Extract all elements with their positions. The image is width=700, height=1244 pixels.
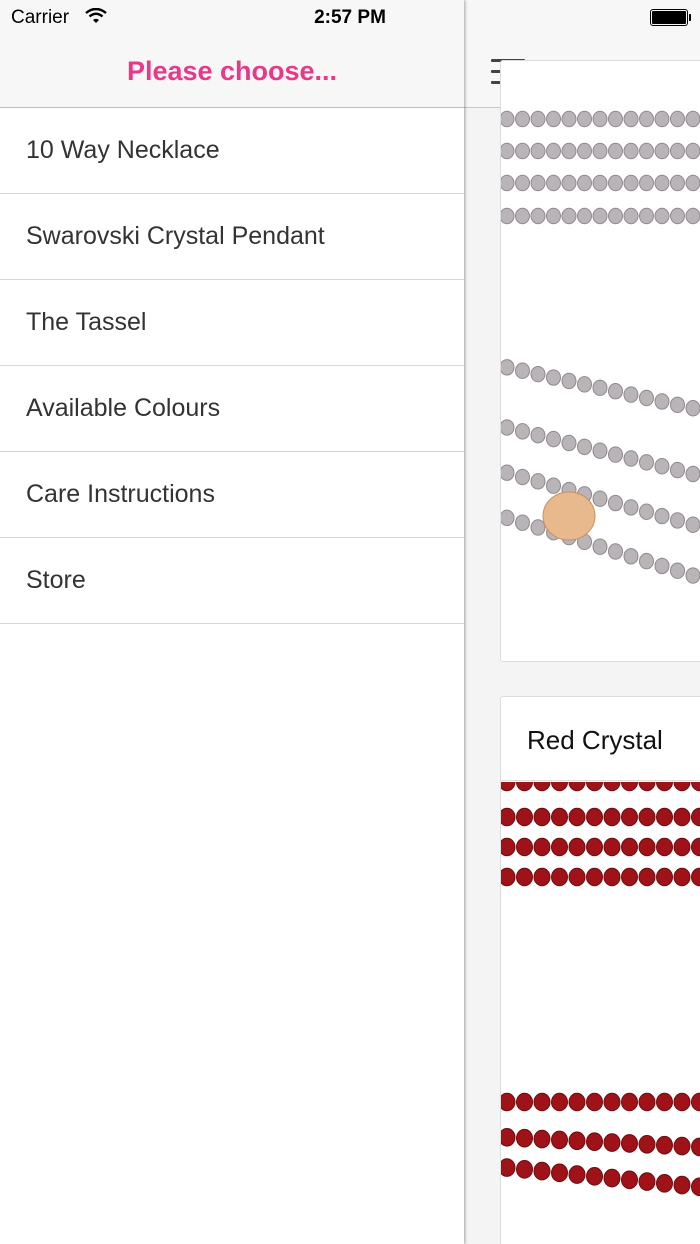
product-card-grey[interactable]: [500, 60, 700, 662]
menu-item-the-tassel[interactable]: The Tassel: [0, 280, 464, 366]
side-menu-drawer: Please choose... Carrier 10 Way Necklace…: [0, 0, 464, 1244]
menu-item-available-colours[interactable]: Available Colours: [0, 366, 464, 452]
menu-item-swarovski-crystal-pendant[interactable]: Swarovski Crystal Pendant: [0, 194, 464, 280]
grey-crystal-image: [501, 110, 700, 584]
drawer-menu: 10 Way Necklace Swarovski Crystal Pendan…: [0, 108, 464, 624]
status-time: 2:57 PM: [314, 7, 386, 28]
menu-item-10-way-necklace[interactable]: 10 Way Necklace: [0, 108, 464, 194]
product-card-red[interactable]: Red Crystal: [500, 696, 700, 1244]
main-content-panel: Red Crystal: [464, 0, 700, 1244]
drawer-title: Please choose...: [126, 56, 338, 86]
menu-item-store[interactable]: Store: [0, 538, 464, 624]
card-title: Red Crystal: [501, 697, 700, 781]
menu-item-care-instructions[interactable]: Care Instructions: [0, 452, 464, 538]
red-crystal-image: [501, 782, 700, 1197]
